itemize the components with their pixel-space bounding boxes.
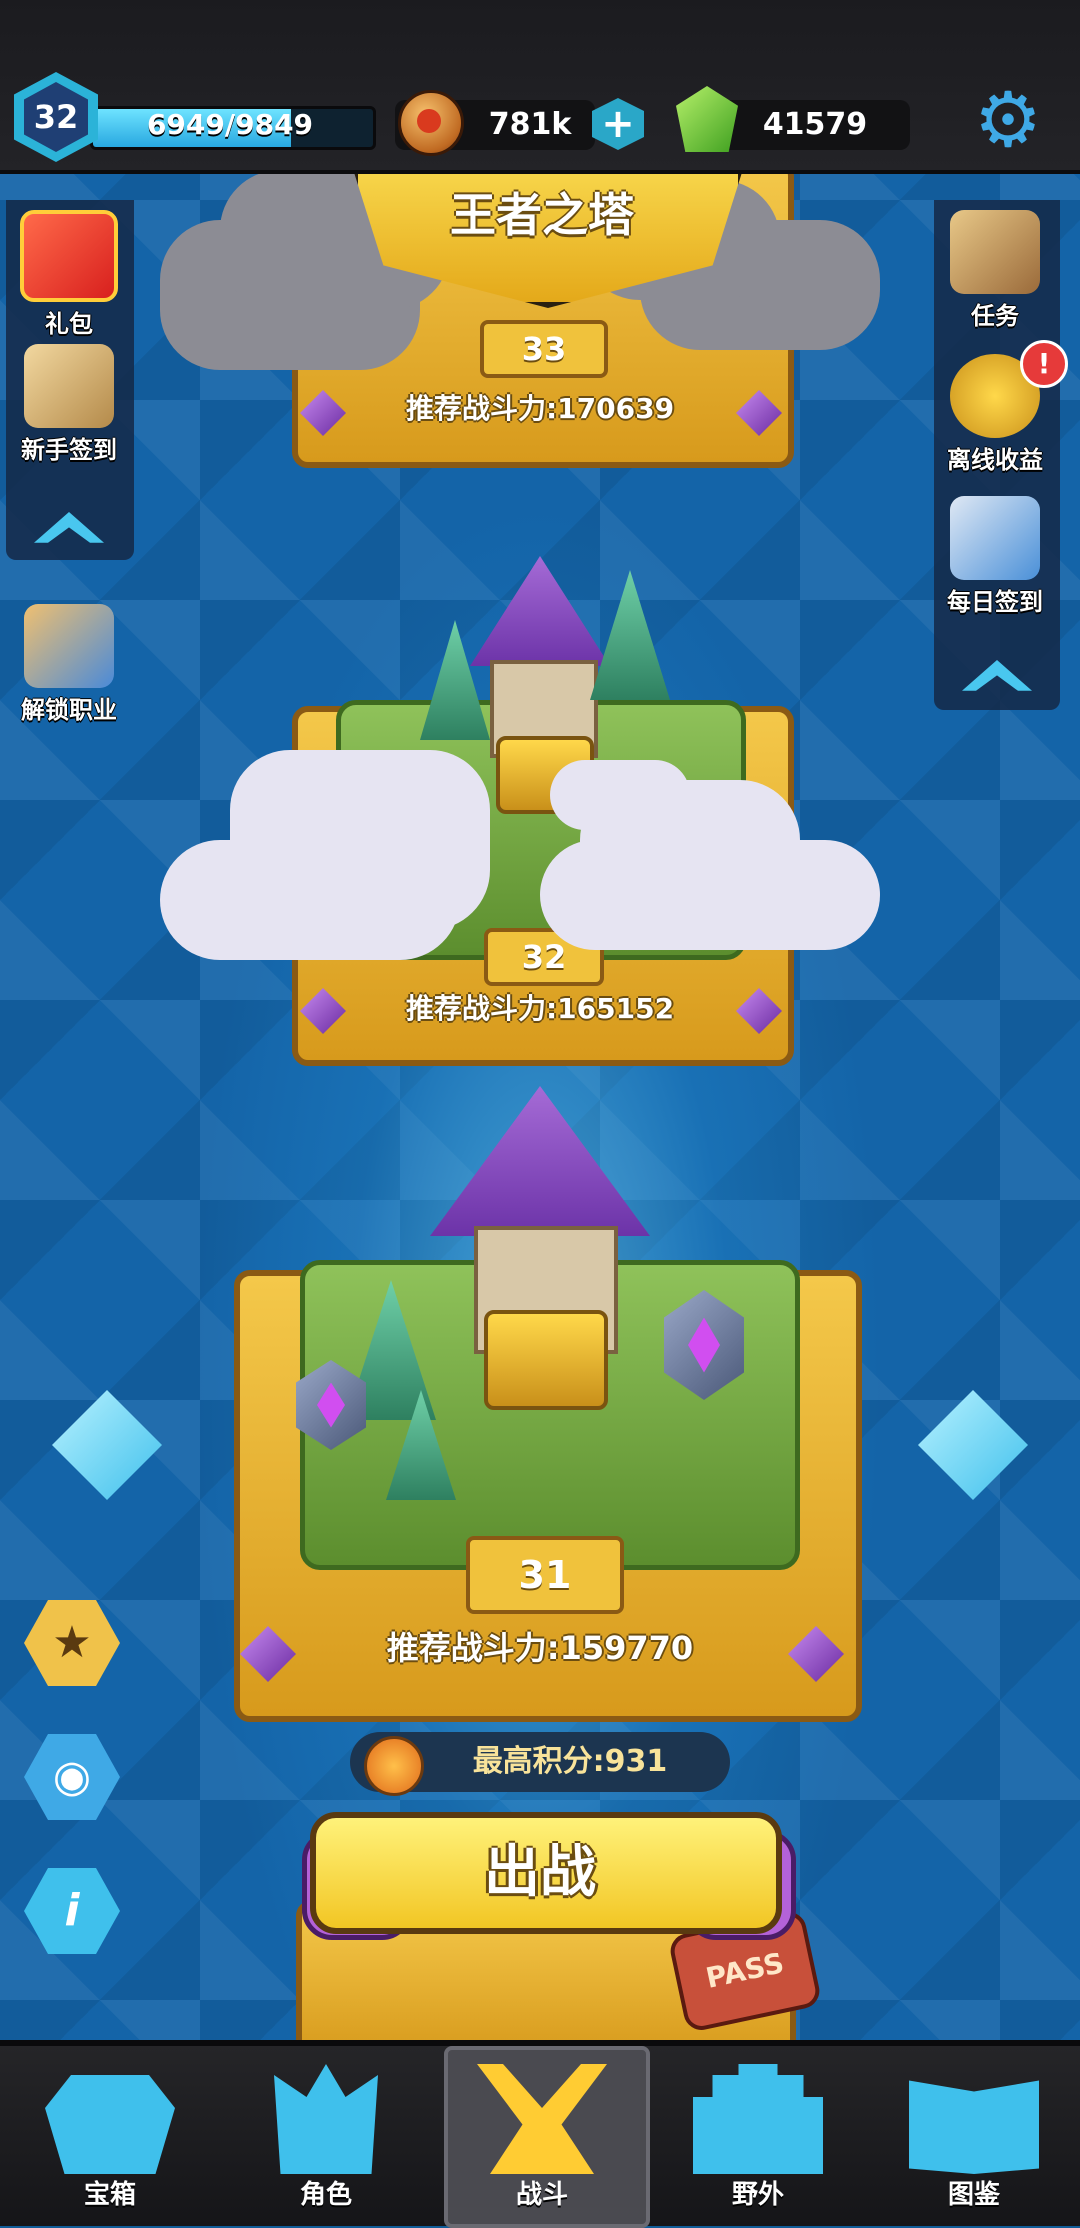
left-menu-unlock-class[interactable]: 解锁职业 [4,604,134,725]
notification-badge: ! [1020,340,1068,388]
scroll-quill-icon [24,344,114,428]
left-menu-label: 礼包 [45,310,93,338]
book-icon [909,2080,1039,2174]
treasure-chest-icon [484,1310,608,1410]
right-menu-quest[interactable]: 任务 [930,210,1060,331]
coin-icon [398,90,464,156]
right-menu-label: 任务 [971,302,1019,330]
left-menu-newbie-checkin[interactable]: 新手签到 [4,344,134,465]
right-menu-label: 离线收益 [947,446,1043,474]
nav-label: 宝箱 [83,2180,136,2210]
nav-tab-battle[interactable]: 战斗 [442,2058,642,2218]
cloud-icon [230,750,490,930]
gem-value: 41579 [762,107,868,142]
nav-tab-character[interactable]: 角色 [226,2058,426,2218]
left-menu-label: 解锁职业 [21,696,117,724]
gear-icon[interactable]: ⚙ [970,82,1046,158]
nav-tab-codex[interactable]: 图鉴 [874,2058,1074,2218]
cloud-icon [550,760,690,830]
chest-icon [45,2075,175,2174]
floor-number: 31 [466,1536,624,1614]
recommended-power: 推荐战斗力:159770 [386,1629,694,1667]
crossed-swords-icon [477,2064,607,2174]
nav-label: 野外 [731,2180,784,2210]
battle-button-label[interactable]: 出战 [310,1812,770,1934]
helmet-icon [274,2064,378,2174]
unlock-chest-icon [24,604,114,688]
recommended-power: 推荐战斗力:170639 [405,392,675,425]
best-score: 最高积分:931 [472,1744,668,1779]
recommended-power: 推荐战斗力:165152 [405,992,675,1025]
quest-map-icon [950,210,1040,294]
nav-tab-chest[interactable]: 宝箱 [10,2058,210,2218]
castle-icon [693,2064,823,2174]
gift-box-icon [20,210,118,302]
coin-value: 781k [488,107,572,142]
nav-label: 角色 [299,2180,352,2210]
page-title: 王者之塔 [450,188,634,242]
nav-label: 图鉴 [947,2180,1000,2210]
xp-value: 6949/9849 [146,108,314,141]
nav-label: 战斗 [515,2180,568,2210]
score-medal-icon [364,1736,424,1796]
left-menu-gift[interactable]: 礼包 [4,210,134,339]
checklist-icon [950,496,1040,580]
nav-tab-wild[interactable]: 野外 [658,2058,858,2218]
right-menu-label: 每日签到 [947,588,1043,616]
left-menu-label: 新手签到 [21,436,117,464]
right-menu-daily-checkin[interactable]: 每日签到 [930,496,1060,617]
floor-number: 33 [480,320,608,378]
